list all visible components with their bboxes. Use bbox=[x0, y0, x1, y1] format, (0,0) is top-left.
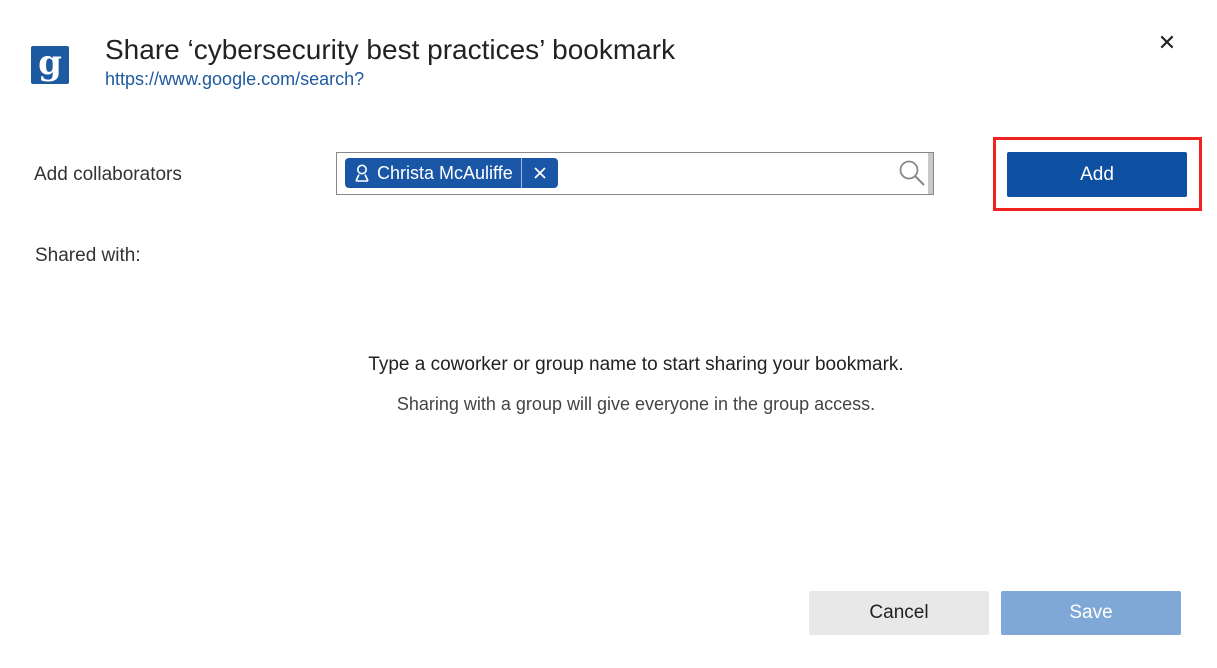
chip-divider bbox=[520, 158, 522, 188]
empty-state-message: Type a coworker or group name to start s… bbox=[368, 354, 904, 375]
close-icon[interactable]: ✕ bbox=[1154, 30, 1180, 56]
close-icon bbox=[534, 167, 546, 179]
collaborator-input[interactable] bbox=[587, 157, 887, 189]
person-icon bbox=[355, 164, 369, 182]
search-icon[interactable] bbox=[898, 159, 926, 187]
chip-body: Christa McAuliffe bbox=[345, 158, 521, 188]
add-collaborators-label: Add collaborators bbox=[34, 164, 182, 185]
bookmark-logo: g bbox=[31, 46, 69, 84]
collaborator-search-box[interactable]: Christa McAuliffe bbox=[336, 152, 934, 195]
chip-label: Christa McAuliffe bbox=[377, 162, 513, 183]
logo-letter: g bbox=[38, 43, 62, 83]
empty-state-hint: Sharing with a group will give everyone … bbox=[396, 394, 876, 414]
dialog-title: Share ‘cybersecurity best practices’ boo… bbox=[105, 34, 676, 65]
remove-chip-button[interactable] bbox=[522, 158, 558, 188]
input-scrollbar[interactable] bbox=[928, 153, 933, 194]
add-collaborator-button[interactable]: Add bbox=[1007, 152, 1187, 197]
save-button[interactable]: Save bbox=[1001, 591, 1181, 635]
bookmark-url-link[interactable]: https://www.google.com/search? bbox=[105, 69, 364, 90]
cancel-button[interactable]: Cancel bbox=[809, 591, 989, 635]
collaborator-chip: Christa McAuliffe bbox=[345, 158, 558, 188]
shared-with-label: Shared with: bbox=[35, 245, 141, 266]
